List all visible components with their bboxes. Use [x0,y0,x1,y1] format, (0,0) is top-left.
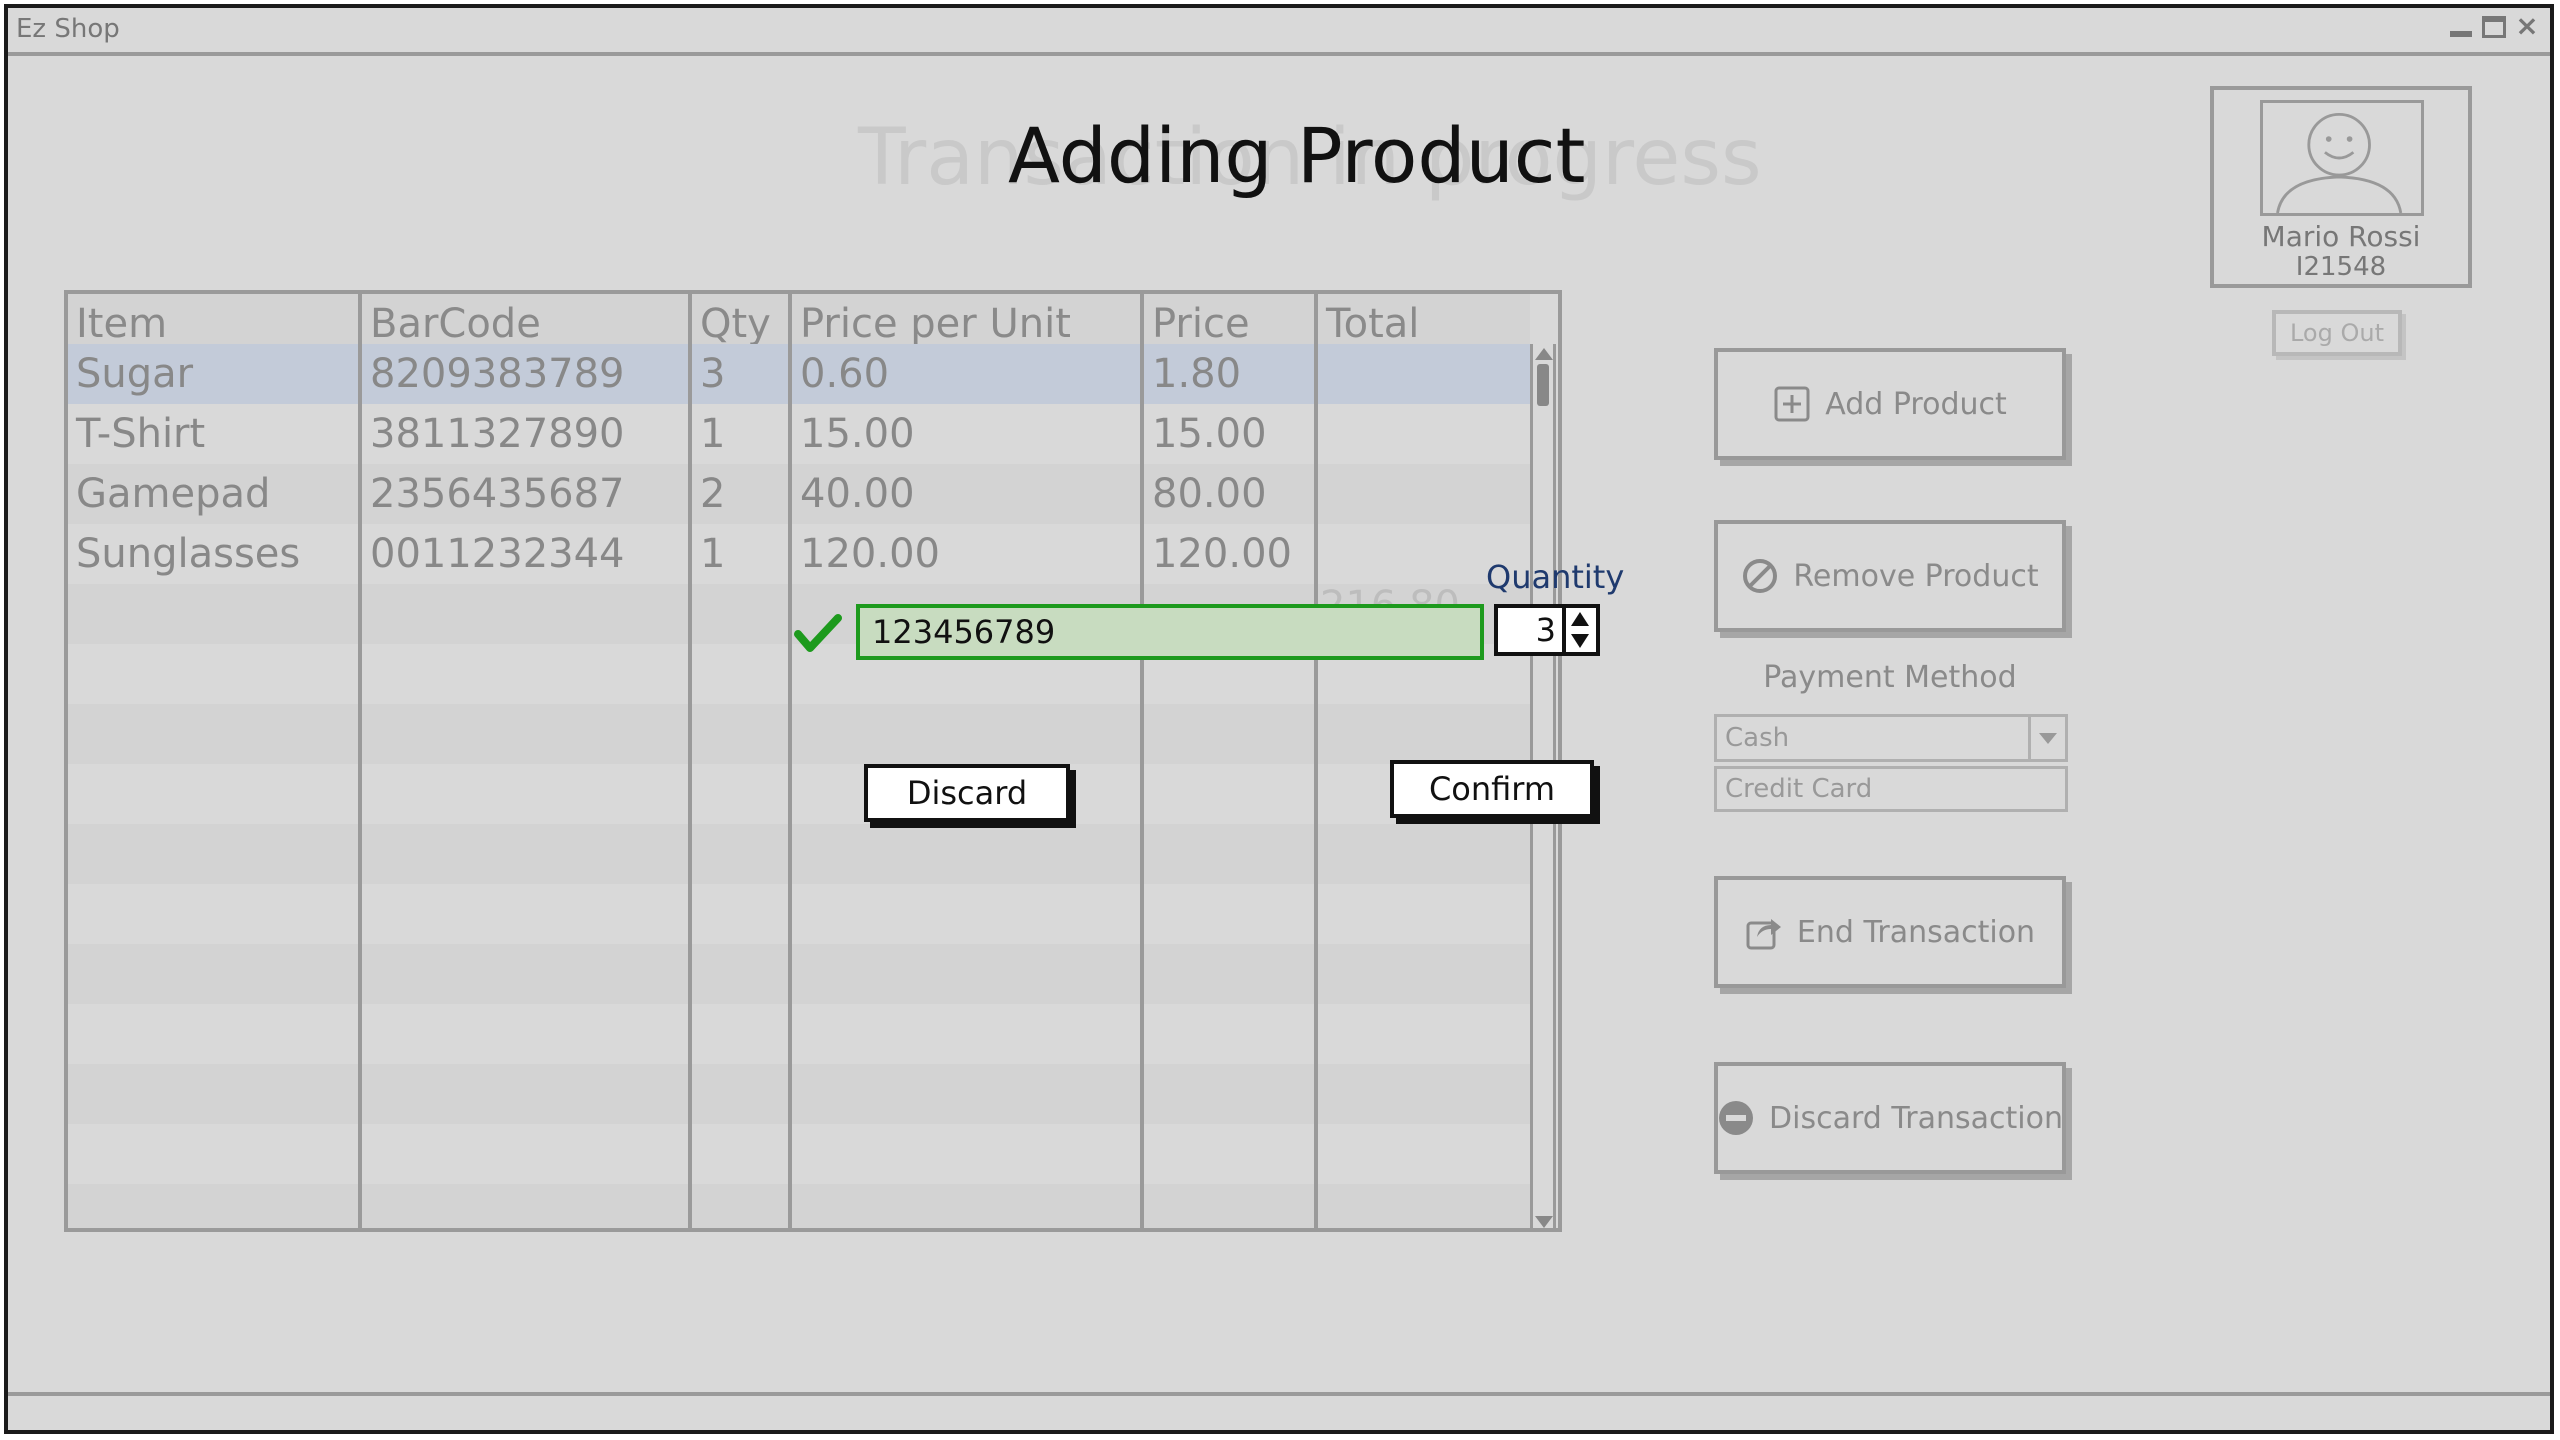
empty-row [68,824,1530,884]
cell-barcode: 0011232344 [370,531,625,577]
column-divider [358,294,362,1228]
chevron-down-icon[interactable] [2028,717,2065,759]
payment-method-selected: Cash [1725,723,1790,753]
decrement-arrow-icon[interactable] [1571,634,1589,648]
cell-price: 120.00 [1152,531,1292,577]
increment-arrow-icon[interactable] [1571,612,1589,626]
user-face-icon [2276,112,2403,213]
maximize-icon[interactable] [2482,16,2506,38]
plus-box-icon [1774,386,1810,422]
column-divider [688,294,692,1228]
share-arrow-icon [1746,919,1781,950]
user-id: I21548 [2295,252,2387,282]
cell-price: 15.00 [1152,411,1267,457]
empty-row [68,1064,1530,1124]
empty-row [68,704,1530,764]
cell-item: Sugar [76,351,194,397]
empty-row [68,884,1530,944]
scroll-down-arrow-icon[interactable] [1535,1216,1553,1228]
user-name: Mario Rossi [2261,220,2421,253]
discard-transaction-label: Discard Transaction [1769,1100,2063,1136]
cell-qty: 2 [700,471,726,517]
payment-method-select[interactable]: Cash [1714,714,2068,762]
valid-check-icon [794,614,842,652]
avatar [2260,100,2424,216]
dialog-title: Adding Product [1008,111,1586,200]
cell-qty: 1 [700,411,726,457]
cell-qty: 1 [700,531,726,577]
quantity-stepper[interactable]: 3 [1494,604,1600,656]
payment-method-label: Payment Method [1763,660,2017,695]
cell-price: 1.80 [1152,351,1242,397]
items-table: Item BarCode Qty Price per Unit Price To… [64,290,1562,1232]
table-row[interactable]: Gamepad 2356435687 2 40.00 80.00 [68,464,1530,524]
remove-product-label: Remove Product [1793,558,2039,594]
column-divider [1314,294,1318,1228]
table-row[interactable]: T-Shirt 3811327890 1 15.00 15.00 [68,404,1530,464]
cell-item: Gamepad [76,471,271,517]
cell-qty: 3 [700,351,726,397]
empty-row [68,1004,1530,1064]
cell-barcode: 2356435687 [370,471,625,517]
minus-circle-icon [1719,1101,1754,1135]
cell-unit-price: 15.00 [800,411,915,457]
table-row[interactable]: Sugar 8209383789 3 0.60 1.80 [68,344,1530,404]
cell-unit-price: 0.60 [800,351,890,397]
cell-unit-price: 40.00 [800,471,915,517]
scroll-up-arrow-icon[interactable] [1535,348,1553,360]
remove-product-button[interactable]: Remove Product [1714,520,2066,632]
payment-option-label: Credit Card [1725,774,1873,804]
add-product-label: Add Product [1825,386,2007,422]
discard-button[interactable]: Discard [864,764,1070,822]
cell-unit-price: 120.00 [800,531,940,577]
status-bar-divider [8,1392,2550,1396]
column-divider [788,294,792,1228]
confirm-button[interactable]: Confirm [1390,760,1594,818]
minimize-icon[interactable] [2448,14,2474,40]
app-window: Ez Shop × Transaction in progress Adding… [4,4,2554,1434]
empty-row [68,764,1530,824]
end-transaction-label: End Transaction [1796,914,2036,950]
add-product-button[interactable]: Add Product [1714,348,2066,460]
table-row[interactable]: Sunglasses 0011232344 1 120.00 120.00 [68,524,1530,584]
empty-row [68,1184,1530,1228]
cell-item: Sunglasses [76,531,301,577]
empty-row [68,944,1530,1004]
cell-price: 80.00 [1152,471,1267,517]
cell-barcode: 3811327890 [370,411,625,457]
quantity-label: Quantity [1486,558,1625,596]
column-divider [1140,294,1144,1228]
user-card: Mario Rossi I21548 [2210,86,2472,288]
quantity-value[interactable]: 3 [1536,608,1556,652]
close-icon[interactable]: × [2514,12,2540,40]
cell-item: T-Shirt [76,411,206,457]
scroll-thumb[interactable] [1537,364,1549,406]
window-controls: × [2448,12,2540,40]
window-title: Ez Shop [16,14,120,44]
prohibited-icon [1743,559,1778,593]
barcode-input[interactable] [856,604,1484,660]
title-bar: Ez Shop × [8,8,2550,56]
empty-row [68,1124,1530,1184]
quantity-spin-buttons[interactable] [1562,608,1596,652]
payment-option-credit-card[interactable]: Credit Card [1714,766,2068,812]
logout-button[interactable]: Log Out [2272,310,2402,356]
cell-barcode: 8209383789 [370,351,625,397]
discard-transaction-button[interactable]: Discard Transaction [1714,1062,2066,1174]
end-transaction-button[interactable]: End Transaction [1714,876,2066,988]
